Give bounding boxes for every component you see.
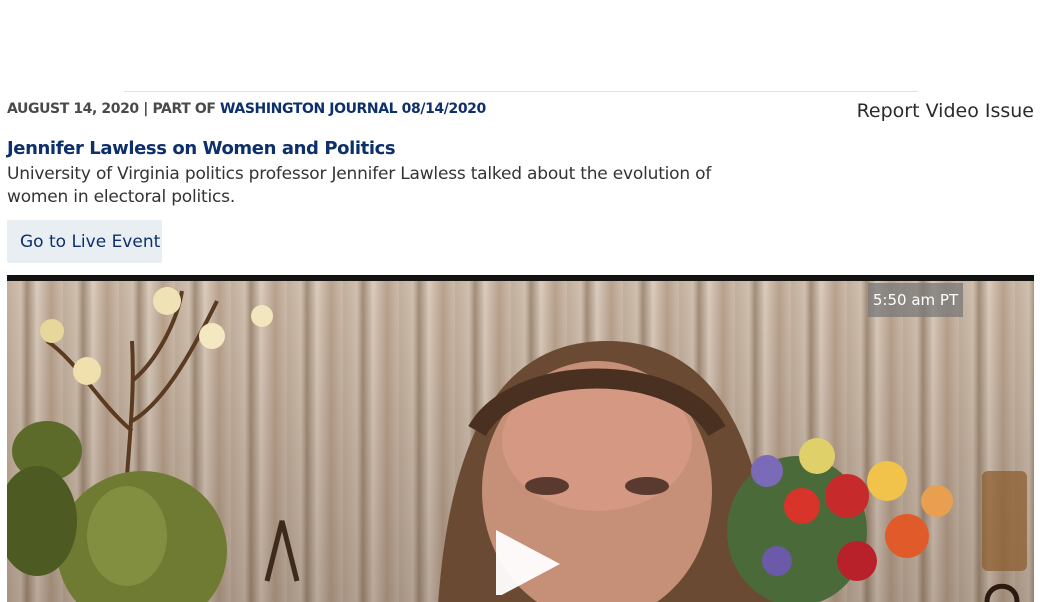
- play-icon[interactable]: [487, 525, 567, 595]
- video-description: University of Virginia politics professo…: [7, 164, 712, 207]
- meta-separator: |: [143, 101, 148, 117]
- player-top-bar: [7, 275, 1034, 281]
- air-date: AUGUST 14, 2020: [7, 101, 139, 117]
- program-link[interactable]: WASHINGTON JOURNAL 08/14/2020: [220, 101, 486, 117]
- video-meta: AUGUST 14, 2020 | PART OF WASHINGTON JOU…: [7, 100, 486, 118]
- video-page: AUGUST 14, 2020 | PART OF WASHINGTON JOU…: [0, 0, 1040, 602]
- plant-decoration: [7, 287, 300, 602]
- video-player[interactable]: 5:50 am PT: [7, 275, 1034, 602]
- report-video-issue-link[interactable]: Report Video Issue: [857, 98, 1034, 124]
- part-of-label: PART OF: [152, 101, 216, 117]
- timestamp-overlay: 5:50 am PT: [868, 283, 963, 317]
- section-divider: [124, 91, 918, 92]
- go-to-live-event-button[interactable]: Go to Live Event: [7, 220, 162, 263]
- video-title: Jennifer Lawless on Women and Politics: [7, 138, 396, 159]
- flowers-decoration: [727, 438, 1027, 602]
